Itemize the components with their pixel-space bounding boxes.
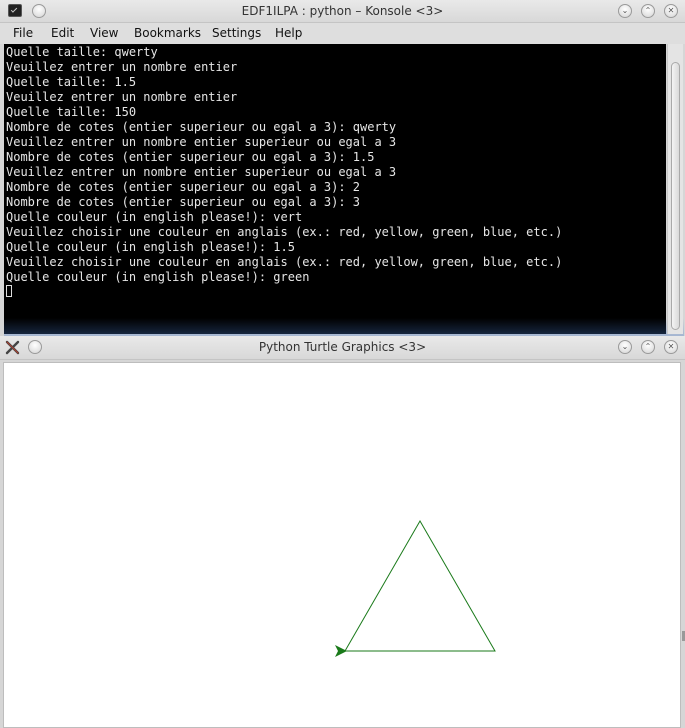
- terminal-line: Quelle taille: qwerty: [6, 45, 158, 59]
- terminal-line: Quelle taille: 1.5: [6, 75, 137, 89]
- turtle-window: Python Turtle Graphics <3> ⌄ ⌃ ✕: [0, 336, 685, 728]
- text-cursor: [6, 285, 12, 297]
- terminal-line: Nombre de cotes (entier superieur ou ega…: [6, 120, 397, 134]
- terminal-output[interactable]: Quelle taille: qwerty Veuillez entrer un…: [4, 44, 666, 334]
- scrollbar-thumb[interactable]: [671, 62, 680, 330]
- menu-edit[interactable]: Edit: [51, 26, 74, 40]
- minimize-button[interactable]: ⌄: [618, 340, 632, 354]
- turtle-arrow-icon: [335, 645, 347, 657]
- menubar: File Edit View Bookmarks Settings Help: [0, 23, 685, 44]
- menu-bookmarks[interactable]: Bookmarks: [134, 26, 201, 40]
- minimize-button[interactable]: ⌄: [618, 4, 632, 18]
- terminal-line: Nombre de cotes (entier superieur ou ega…: [6, 180, 361, 194]
- konsole-window: EDF1ILPA : python – Konsole <3> ⌄ ⌃ ✕ Fi…: [0, 0, 685, 336]
- terminal-edge-glow: [4, 318, 684, 336]
- terminal-line: Quelle couleur (in english please!): ver…: [6, 210, 303, 224]
- terminal-scrollbar[interactable]: [667, 44, 683, 334]
- konsole-title: EDF1ILPA : python – Konsole <3>: [241, 4, 444, 18]
- terminal-line: Quelle taille: 150: [6, 105, 137, 119]
- green-triangle: [344, 519, 496, 652]
- terminal-line: Veuillez entrer un nombre entier superie…: [6, 135, 397, 149]
- terminal-line: Quelle couleur (in english please!): gre…: [6, 270, 310, 284]
- terminal-line: Nombre de cotes (entier superieur ou ega…: [6, 195, 361, 209]
- menu-help[interactable]: Help: [275, 26, 302, 40]
- terminal-line: Quelle couleur (in english please!): 1.5: [6, 240, 295, 254]
- terminal-line: Veuillez choisir une couleur en anglais …: [6, 225, 563, 239]
- turtle-title: Python Turtle Graphics <3>: [258, 340, 427, 354]
- turtle-titlebar[interactable]: Python Turtle Graphics <3> ⌄ ⌃ ✕: [0, 336, 685, 360]
- drawing-surface: [335, 519, 496, 657]
- terminal-line: Veuillez entrer un nombre entier superie…: [6, 165, 397, 179]
- desktop: EDF1ILPA : python – Konsole <3> ⌄ ⌃ ✕ Fi…: [0, 0, 685, 728]
- terminal-line: Veuillez entrer un nombre entier: [6, 60, 238, 74]
- terminal-line: Veuillez choisir une couleur en anglais …: [6, 255, 563, 269]
- konsole-titlebar[interactable]: EDF1ILPA : python – Konsole <3> ⌄ ⌃ ✕: [0, 0, 685, 23]
- turtle-canvas[interactable]: [3, 362, 681, 728]
- menu-settings[interactable]: Settings: [212, 26, 261, 40]
- menu-view[interactable]: View: [90, 26, 118, 40]
- maximize-button[interactable]: ⌃: [641, 4, 655, 18]
- terminal-line: Veuillez entrer un nombre entier: [6, 90, 238, 104]
- menu-file[interactable]: File: [13, 26, 33, 40]
- close-button[interactable]: ✕: [664, 4, 678, 18]
- maximize-button[interactable]: ⌃: [641, 340, 655, 354]
- terminal-line: Nombre de cotes (entier superieur ou ega…: [6, 150, 375, 164]
- close-button[interactable]: ✕: [664, 340, 678, 354]
